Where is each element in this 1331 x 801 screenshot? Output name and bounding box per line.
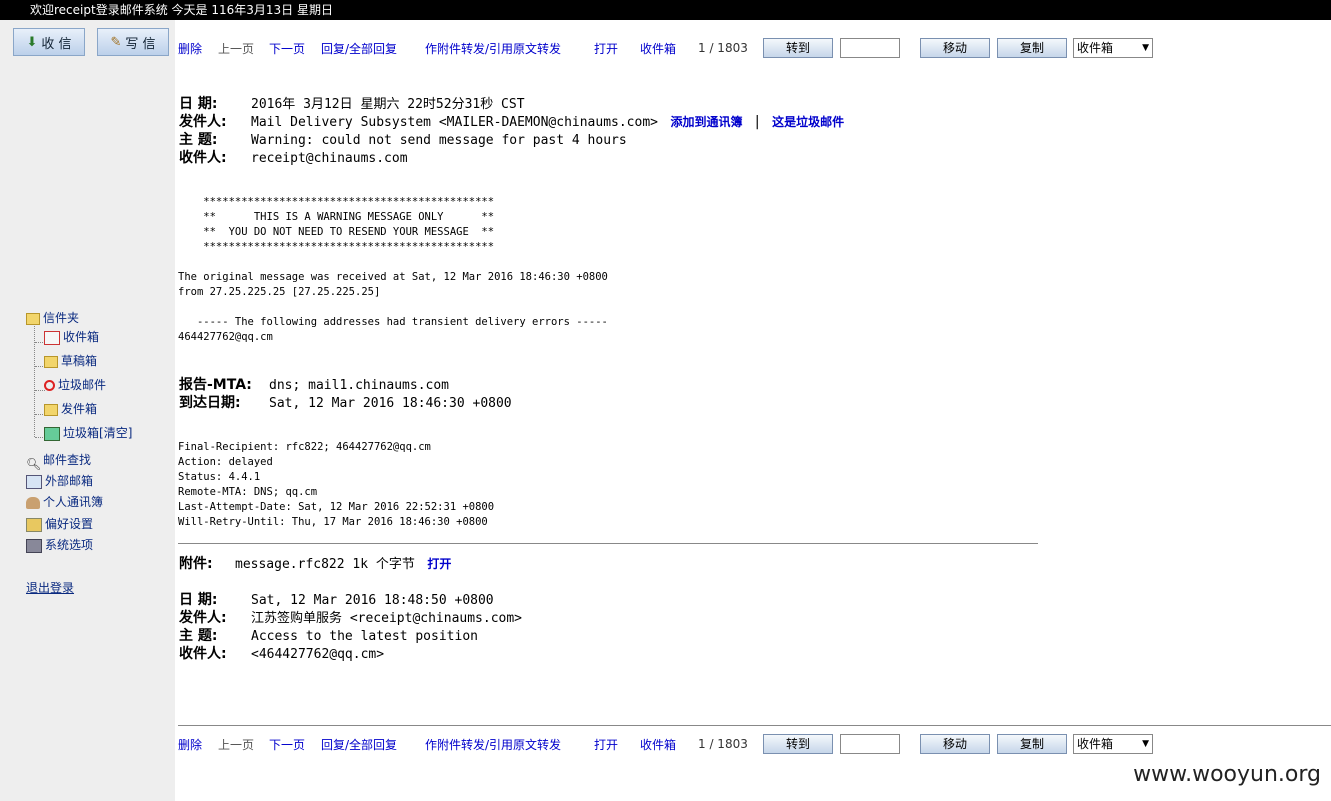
delete-link[interactable]: 删除 <box>178 40 202 57</box>
attachment-open-link[interactable]: 打开 <box>427 557 451 571</box>
contacts-icon <box>26 496 40 509</box>
sidebar-item-contacts[interactable]: 个人通讯簿 <box>26 493 103 511</box>
drafts-icon <box>44 355 58 368</box>
header-arrival: 到达日期: Sat, 12 Mar 2016 18:46:30 +0800 <box>179 395 512 411</box>
divider <box>178 543 1038 544</box>
mailbox-icon <box>26 474 42 489</box>
sidebar-item-sent[interactable]: 发件箱 <box>44 400 97 418</box>
chevron-down-icon: ▼ <box>1142 739 1149 749</box>
folder-link[interactable]: 收件箱 <box>640 736 676 753</box>
search-icon: 🔍︎ <box>26 456 42 471</box>
welcome-text: 欢迎receipt登录邮件系统 今天是 116年3月13日 星期日 <box>30 3 333 17</box>
header-from: 发件人: Mail Delivery Subsystem <MAILER-DAEM… <box>179 114 845 130</box>
system-icon <box>26 538 42 553</box>
header-subject: 主 题: Warning: could not send message for … <box>179 132 627 148</box>
prev-page-link[interactable]: 上一页 <box>218 736 254 753</box>
goto-page-input[interactable] <box>840 38 900 58</box>
trash-icon <box>44 426 60 441</box>
body-status: Final-Recipient: rfc822; 464427762@qq.cm… <box>178 441 495 528</box>
copy-button[interactable]: 复制 <box>997 734 1067 754</box>
sidebar-item-inbox[interactable]: 收件箱 <box>44 328 99 346</box>
orig-to: 收件人: <464427762@qq.cm> <box>179 646 385 662</box>
page-indicator: 1 / 1803 <box>698 41 748 55</box>
folder-icon <box>26 312 40 325</box>
chevron-down-icon: ▼ <box>1142 43 1149 53</box>
open-link[interactable]: 打开 <box>594 736 618 753</box>
goto-button[interactable]: 转到 <box>763 734 833 754</box>
goto-page-input[interactable] <box>840 734 900 754</box>
delete-link[interactable]: 删除 <box>178 736 202 753</box>
header-date: 日 期: 2016年 3月12日 星期六 22时52分31秒 CST <box>179 96 525 112</box>
sidebar-item-spam[interactable]: 垃圾邮件 <box>44 376 106 394</box>
orig-from: 发件人: 江苏签购单服务 <receipt@chinaums.com> <box>179 610 523 626</box>
sidebar-item-external[interactable]: 外部邮箱 <box>26 472 93 490</box>
move-button[interactable]: 移动 <box>920 734 990 754</box>
logout-link[interactable]: 退出登录 <box>26 579 74 597</box>
goto-button[interactable]: 转到 <box>763 38 833 58</box>
sent-icon <box>44 403 58 416</box>
open-link[interactable]: 打开 <box>594 40 618 57</box>
page-indicator: 1 / 1803 <box>698 737 748 751</box>
bottom-divider <box>178 725 1331 726</box>
reply-link[interactable]: 回复/全部回复 <box>321 736 397 753</box>
next-page-link[interactable]: 下一页 <box>269 40 305 57</box>
empty-trash-link[interactable]: [清空] <box>99 426 132 440</box>
header-to: 收件人: receipt@chinaums.com <box>179 150 408 166</box>
sidebar-item-drafts[interactable]: 草稿箱 <box>44 352 97 370</box>
toolbar-bottom: 删除 上一页 下一页 回复/全部回复 作附件转发/引用原文转发 打开 收件箱 1… <box>0 732 1331 756</box>
warning-banner: ****************************************… <box>203 196 495 253</box>
sidebar: ⬇ 收 信 ✎ 写 信 信件夹 收件箱 草稿箱 垃圾邮件 发件箱 垃圾箱[清空] <box>0 20 175 801</box>
sidebar-item-prefs[interactable]: 偏好设置 <box>26 515 93 533</box>
sidebar-item-trash[interactable]: 垃圾箱[清空] <box>44 424 132 442</box>
next-page-link[interactable]: 下一页 <box>269 736 305 753</box>
prev-page-link[interactable]: 上一页 <box>218 40 254 57</box>
sidebar-item-search[interactable]: 🔍︎ 邮件查找 <box>26 451 91 471</box>
header-mta: 报告-MTA: dns; mail1.chinaums.com <box>179 377 450 393</box>
orig-subject: 主 题: Access to the latest position <box>179 628 478 644</box>
forward-link[interactable]: 作附件转发/引用原文转发 <box>425 736 561 753</box>
folder-tree: 信件夹 收件箱 草稿箱 垃圾邮件 发件箱 垃圾箱[清空] 🔍︎ 邮件查找 外部邮箱… <box>26 309 176 629</box>
copy-button[interactable]: 复制 <box>997 38 1067 58</box>
add-contact-link[interactable]: 添加到通讯簿 <box>670 115 742 129</box>
attachment-row: 附件: message.rfc822 1k 个字节 打开 <box>179 556 452 572</box>
settings-icon <box>26 517 42 532</box>
forward-link[interactable]: 作附件转发/引用原文转发 <box>425 40 561 57</box>
target-folder-select[interactable]: 收件箱 ▼ <box>1073 734 1153 754</box>
toolbar-top: 删除 上一页 下一页 回复/全部回复 作附件转发/引用原文转发 打开 收件箱 1… <box>0 36 1331 60</box>
top-bar: 欢迎receipt登录邮件系统 今天是 116年3月13日 星期日 <box>0 0 1331 20</box>
body-errors: ----- The following addresses had transi… <box>178 316 608 343</box>
inbox-icon <box>44 330 60 345</box>
block-icon <box>44 380 55 391</box>
sidebar-item-folders[interactable]: 信件夹 <box>26 309 79 327</box>
orig-date: 日 期: Sat, 12 Mar 2016 18:48:50 +0800 <box>179 592 494 608</box>
target-folder-select[interactable]: 收件箱 ▼ <box>1073 38 1153 58</box>
sidebar-item-sysopts[interactable]: 系统选项 <box>26 536 93 554</box>
mark-spam-link[interactable]: 这是垃圾邮件 <box>772 115 844 129</box>
folder-link[interactable]: 收件箱 <box>640 40 676 57</box>
move-button[interactable]: 移动 <box>920 38 990 58</box>
body-received: The original message was received at Sat… <box>178 271 608 298</box>
watermark: www.wooyun.org <box>1133 762 1321 787</box>
reply-link[interactable]: 回复/全部回复 <box>321 40 397 57</box>
